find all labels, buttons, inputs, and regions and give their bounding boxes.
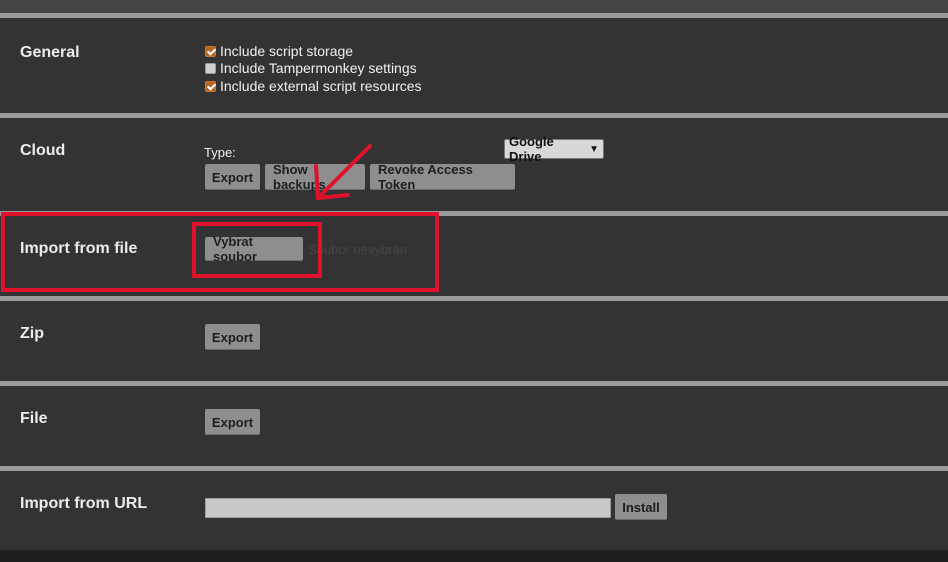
install-button[interactable]: Install xyxy=(615,494,667,520)
section-import-url: Import from URL Install xyxy=(0,466,948,550)
section-cloud: Cloud Type: Google Drive ▼ Export Show b… xyxy=(0,113,948,212)
checkbox-checked-icon[interactable] xyxy=(205,45,216,57)
option-label: Include script storage xyxy=(220,43,354,59)
revoke-access-token-button[interactable]: Revoke Access Token xyxy=(370,162,515,192)
option-label: Include external script resources xyxy=(220,78,422,94)
section-file: File Export xyxy=(0,381,948,467)
section-title: Import from URL xyxy=(20,495,148,512)
checkbox-unchecked-icon[interactable] xyxy=(205,62,216,74)
checkbox-checked-icon[interactable] xyxy=(205,80,216,92)
top-bar xyxy=(0,0,948,13)
section-zip: Zip Export xyxy=(0,296,948,382)
annotation-box-button xyxy=(192,222,322,278)
bottom-bar xyxy=(0,550,948,562)
section-title: Cloud xyxy=(20,142,66,159)
option-include-external-resources[interactable]: Include external script resources xyxy=(205,78,422,94)
type-label: Type: xyxy=(204,145,236,160)
section-title: File xyxy=(20,410,48,427)
option-include-script-storage[interactable]: Include script storage xyxy=(205,43,353,59)
option-include-tampermonkey-settings[interactable]: Include Tampermonkey settings xyxy=(205,60,417,76)
cloud-export-button[interactable]: Export xyxy=(205,164,260,190)
url-input[interactable] xyxy=(205,498,611,518)
select-value: Google Drive xyxy=(509,134,554,164)
section-title: Zip xyxy=(20,325,44,342)
file-export-button[interactable]: Export xyxy=(205,409,260,435)
annotation-arrow-icon xyxy=(314,144,372,200)
cloud-type-select[interactable]: Google Drive ▼ xyxy=(504,134,604,164)
section-title: General xyxy=(20,44,80,61)
zip-export-button[interactable]: Export xyxy=(205,324,260,350)
option-label: Include Tampermonkey settings xyxy=(220,60,417,76)
chevron-down-icon: ▼ xyxy=(589,143,599,155)
section-general: General Include script storage Include T… xyxy=(0,13,948,113)
